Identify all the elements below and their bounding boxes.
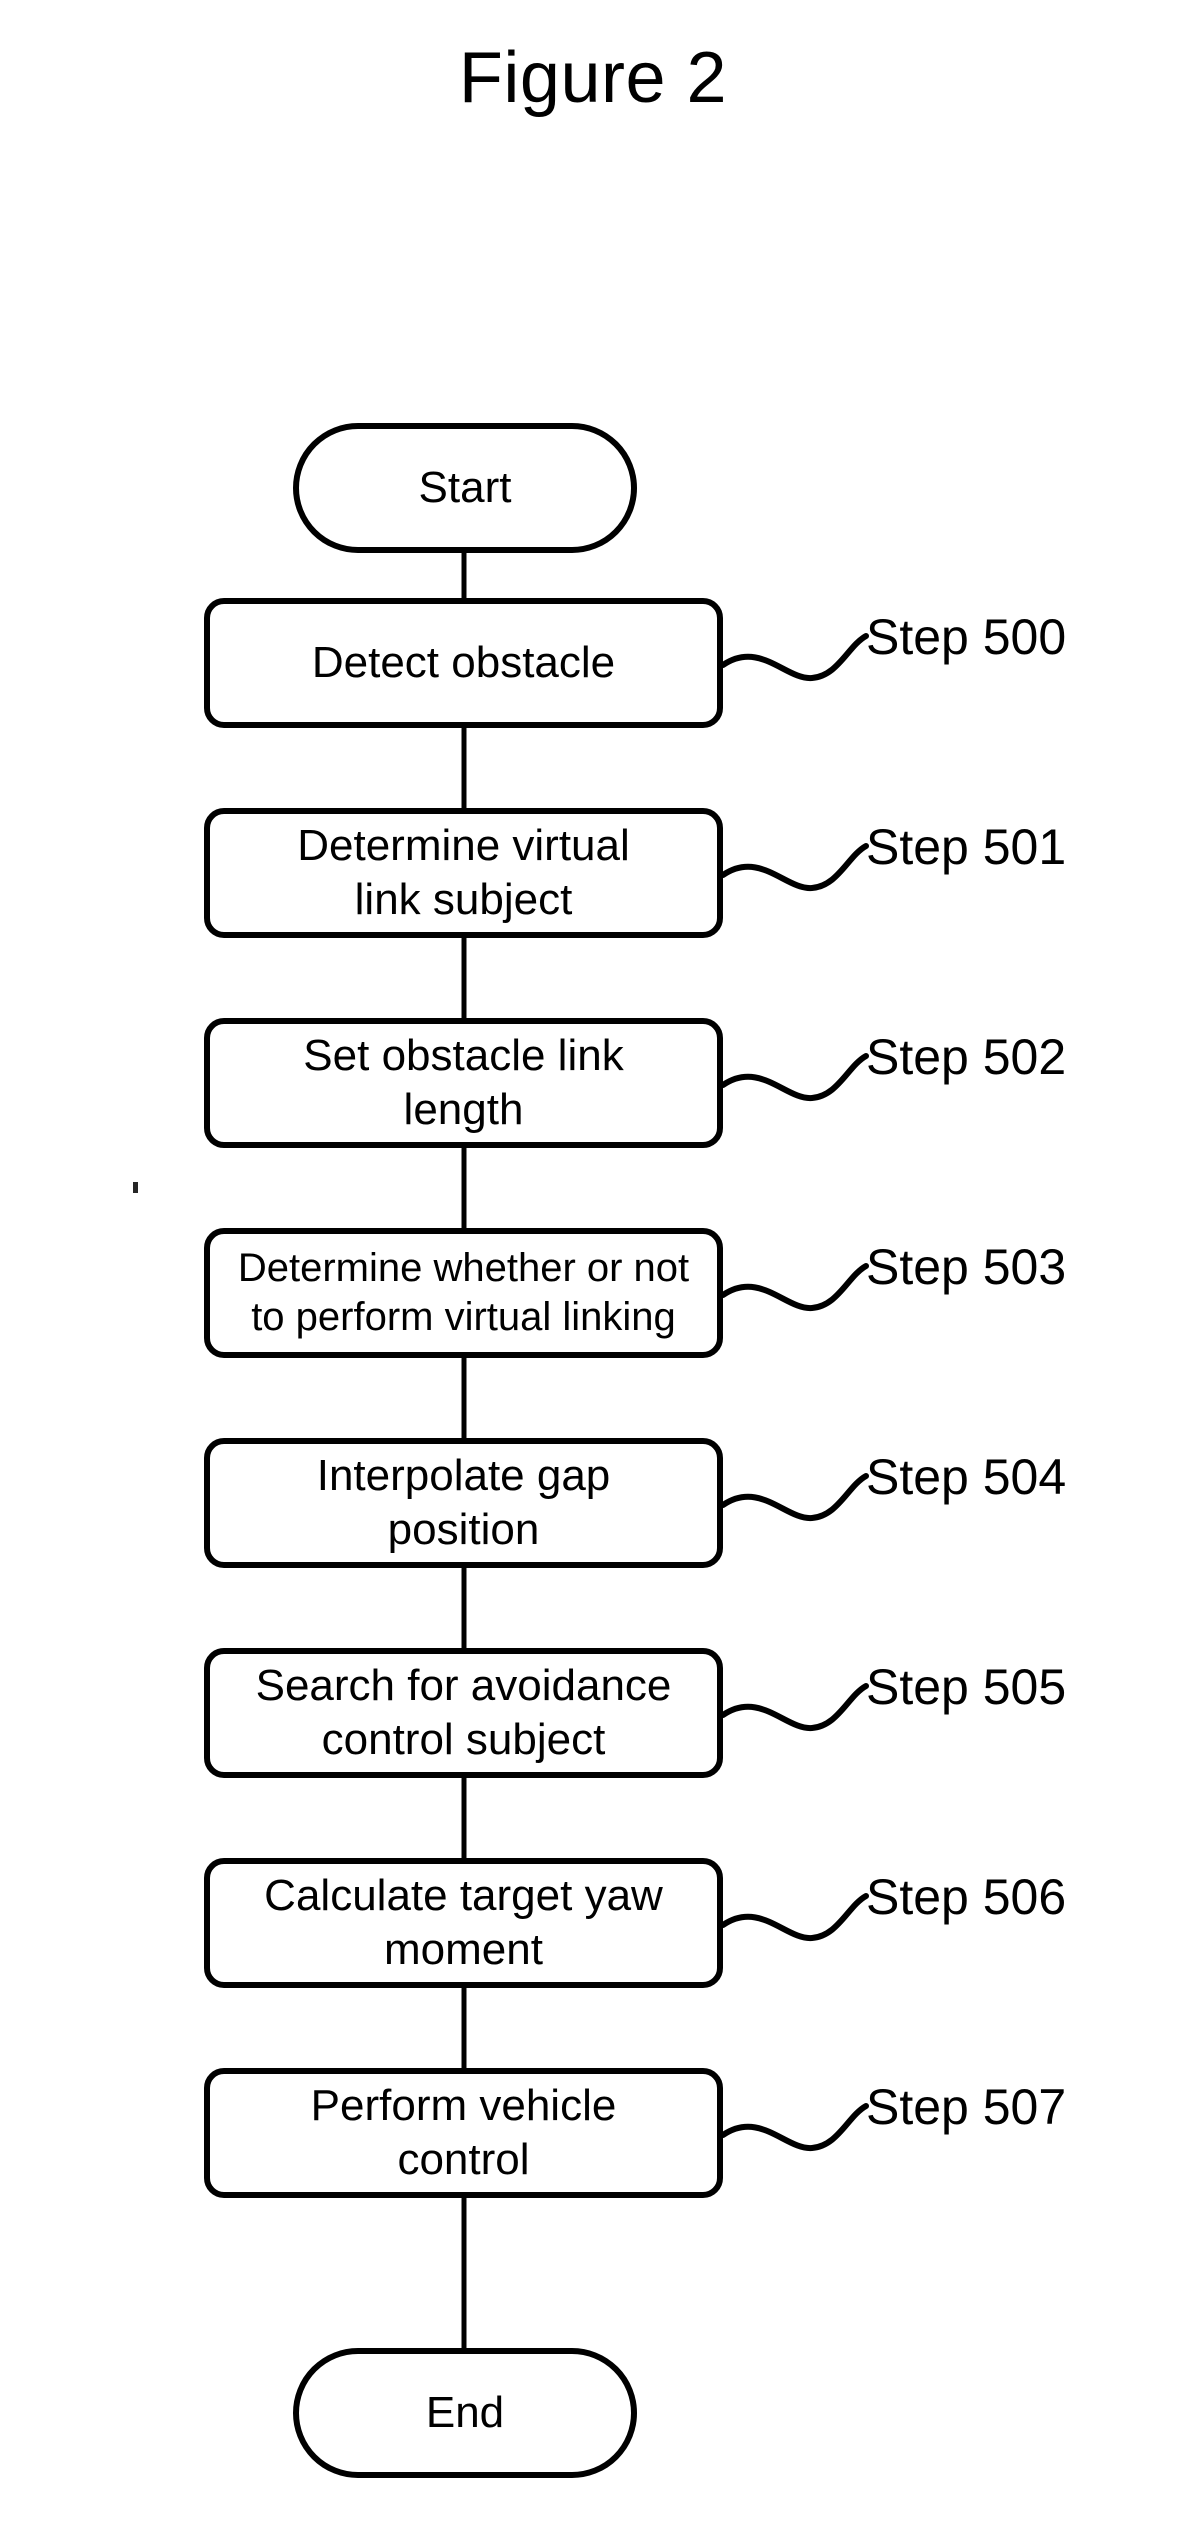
step-label-502: Step 502 <box>866 1029 1067 1085</box>
node-set-obstacle-link-length[interactable]: Set obstacle link length <box>204 1018 723 1148</box>
node-detect-obstacle[interactable]: Detect obstacle <box>204 598 723 728</box>
node-calculate-target-yaw-moment-label: Calculate target yaw moment <box>264 1871 663 1974</box>
leader-line-s504 <box>720 1473 869 1522</box>
step-label-505: Step 505 <box>866 1659 1067 1715</box>
step-label-506: Step 506 <box>866 1869 1067 1925</box>
leader-line-s505 <box>720 1683 869 1732</box>
node-interpolate-gap-position-label: Interpolate gap position <box>316 1451 611 1554</box>
step-label-507: Step 507 <box>866 2079 1067 2135</box>
leader-line-s503 <box>720 1263 869 1312</box>
leader-line-s506 <box>720 1893 869 1942</box>
node-determine-virtual-link-subject[interactable]: Determine virtual link subject <box>204 808 723 938</box>
step-label-500: Step 500 <box>866 609 1067 665</box>
step-label-504: Step 504 <box>866 1449 1067 1505</box>
figure-page: Figure 2 Start Detect obstacle Step 500 … <box>0 0 1186 2537</box>
leader-line-s501 <box>720 843 869 892</box>
node-determine-whether-to-perform-virtual-linking[interactable]: Determine whether or not to perform virt… <box>204 1228 723 1358</box>
node-interpolate-gap-position[interactable]: Interpolate gap position <box>204 1438 723 1568</box>
node-end-label: End <box>425 2388 505 2438</box>
node-perform-vehicle-control[interactable]: Perform vehicle control <box>204 2068 723 2198</box>
node-start-label: Start <box>418 463 512 513</box>
node-set-obstacle-link-length-label: Set obstacle link length <box>303 1031 624 1134</box>
node-search-for-avoidance-control-subject-label: Search for avoidance control subject <box>255 1661 672 1764</box>
leader-line-s500 <box>720 633 869 682</box>
step-label-503: Step 503 <box>866 1239 1067 1295</box>
node-determine-whether-to-perform-virtual-linking-label: Determine whether or not to perform virt… <box>237 1246 690 1339</box>
node-perform-vehicle-control-label: Perform vehicle control <box>310 2081 617 2184</box>
node-search-for-avoidance-control-subject[interactable]: Search for avoidance control subject <box>204 1648 723 1778</box>
node-detect-obstacle-label: Detect obstacle <box>311 638 616 688</box>
scan-speck <box>133 1182 138 1193</box>
node-determine-virtual-link-subject-label: Determine virtual link subject <box>297 821 630 924</box>
node-calculate-target-yaw-moment[interactable]: Calculate target yaw moment <box>204 1858 723 1988</box>
step-label-501: Step 501 <box>866 819 1067 875</box>
node-end[interactable]: End <box>293 2348 637 2478</box>
node-start[interactable]: Start <box>293 423 637 553</box>
leader-line-s502 <box>720 1053 869 1102</box>
leader-line-s507 <box>720 2103 869 2152</box>
figure-title: Figure 2 <box>458 38 728 118</box>
